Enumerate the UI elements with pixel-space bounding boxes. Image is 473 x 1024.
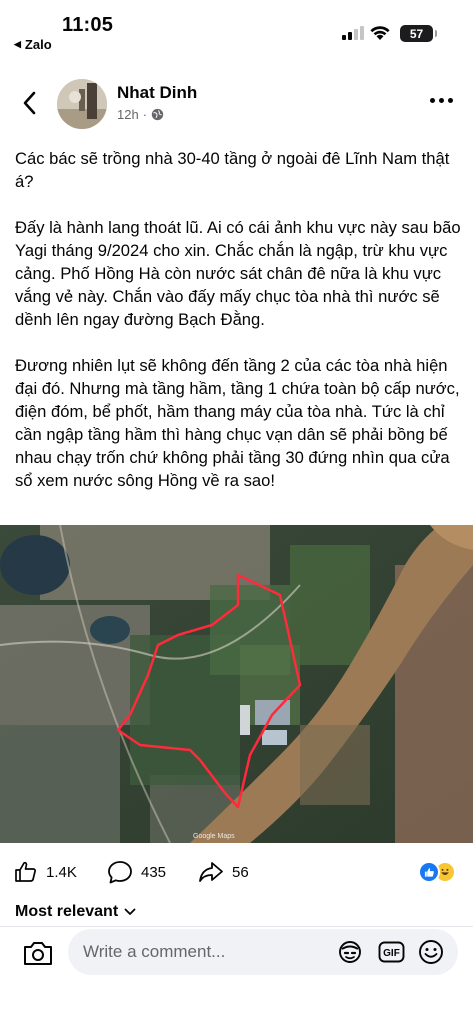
like-button[interactable]: 1.4K bbox=[14, 860, 77, 884]
avatar[interactable] bbox=[57, 79, 107, 129]
cellular-signal-icon bbox=[342, 26, 364, 40]
post-header: Nhat Dinh 12h · bbox=[0, 70, 473, 136]
post-image[interactable]: Google Maps bbox=[0, 525, 473, 843]
back-app-label: Zalo bbox=[24, 37, 52, 52]
comment-sort-dropdown[interactable]: Most relevant bbox=[15, 903, 136, 921]
comment-count: 435 bbox=[141, 863, 167, 881]
share-button[interactable]: 56 bbox=[198, 860, 249, 884]
avatar-photo bbox=[57, 79, 107, 129]
gif-icon: GIF bbox=[378, 941, 404, 963]
gif-label: GIF bbox=[383, 948, 400, 959]
share-arrow-icon bbox=[199, 862, 223, 882]
like-reaction-icon bbox=[418, 861, 440, 883]
gif-button[interactable]: GIF bbox=[377, 939, 405, 965]
camera-button[interactable] bbox=[22, 939, 54, 967]
chevron-down-icon bbox=[124, 908, 136, 915]
like-count: 1.4K bbox=[46, 863, 77, 881]
post-time: 12h bbox=[117, 107, 139, 122]
post-paragraph: Đấy là hành lang thoát lũ. Ai có cái ảnh… bbox=[15, 218, 461, 329]
comment-button[interactable]: 435 bbox=[107, 860, 166, 884]
battery-indicator: 57 bbox=[400, 25, 437, 42]
avatar-sticker-icon bbox=[339, 941, 361, 963]
post-text: Các bác sẽ trồng nhà 30-40 tầng ở ngoài … bbox=[15, 147, 463, 515]
avatar-sticker-button[interactable] bbox=[336, 939, 364, 965]
wifi-icon bbox=[370, 26, 390, 40]
post-paragraph: Các bác sẽ trồng nhà 30-40 tầng ở ngoài … bbox=[15, 149, 450, 191]
sort-label: Most relevant bbox=[15, 903, 119, 920]
back-to-app-link[interactable]: ◀ Zalo bbox=[14, 37, 52, 52]
emoji-button[interactable] bbox=[417, 939, 445, 965]
thumbs-up-icon bbox=[15, 861, 36, 882]
meta-separator: · bbox=[142, 107, 148, 122]
emoji-smiley-icon bbox=[419, 940, 443, 964]
comment-bubble-icon bbox=[108, 861, 132, 884]
engagement-bar: 1.4K 435 56 bbox=[0, 852, 473, 892]
back-button[interactable] bbox=[16, 88, 42, 118]
chevron-left-icon bbox=[23, 91, 36, 115]
share-count: 56 bbox=[232, 863, 249, 881]
post-meta: 12h · bbox=[117, 107, 164, 122]
post-paragraph: Đương nhiên lụt sẽ không đến tầng 2 của … bbox=[15, 356, 460, 490]
satellite-map-image: Google Maps bbox=[0, 525, 473, 843]
back-triangle-icon: ◀ bbox=[14, 39, 21, 49]
reaction-summary[interactable] bbox=[418, 861, 456, 883]
battery-level: 57 bbox=[409, 26, 424, 41]
comment-composer: GIF bbox=[0, 927, 473, 1024]
author-name[interactable]: Nhat Dinh bbox=[117, 83, 197, 103]
globe-icon[interactable] bbox=[151, 108, 164, 121]
more-options-button[interactable] bbox=[430, 98, 453, 103]
map-watermark: Google Maps bbox=[193, 833, 235, 840]
status-time: 11:05 bbox=[62, 14, 114, 36]
status-bar: 11:05 ◀ Zalo 57 bbox=[0, 0, 473, 60]
camera-icon bbox=[24, 942, 52, 965]
